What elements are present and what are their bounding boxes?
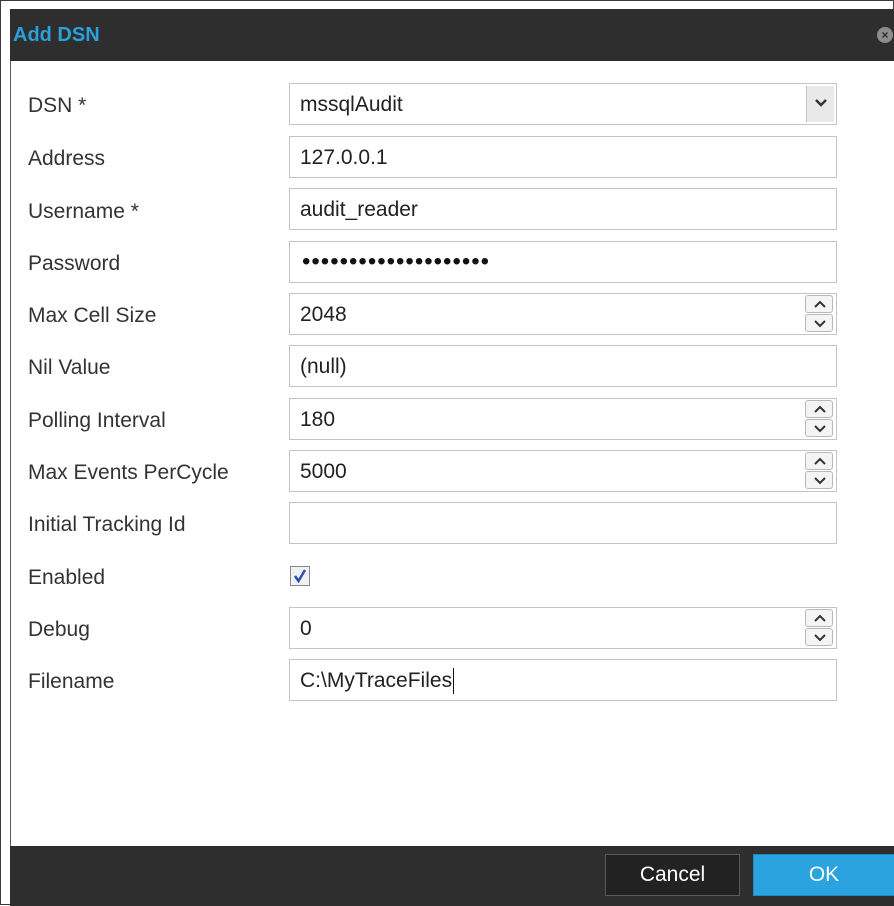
- nil-value-field[interactable]: (null): [289, 345, 837, 387]
- initial-tracking-id-label: Initial Tracking Id: [28, 513, 186, 536]
- enabled-label: Enabled: [28, 566, 106, 589]
- close-icon[interactable]: ×: [877, 27, 893, 43]
- address-field-value: 127.0.0.1: [300, 146, 388, 169]
- dsn-label: DSN *: [28, 94, 87, 117]
- dialog-titlebar: Add DSN ×: [10, 9, 894, 61]
- dsn-dropdown-button[interactable]: [806, 86, 834, 122]
- filename-field[interactable]: C:\MyTraceFiles: [289, 659, 837, 701]
- ok-button[interactable]: OK: [753, 854, 894, 896]
- password-field-value: ••••••••••••••••••••: [302, 248, 491, 275]
- chevron-down-icon: [814, 477, 826, 485]
- chevron-down-icon: [814, 425, 826, 433]
- chevron-down-icon: [814, 320, 826, 328]
- debug-spinner: [805, 609, 835, 647]
- filename-label: Filename: [28, 670, 115, 693]
- debug-increment-button[interactable]: [805, 609, 833, 627]
- chevron-up-icon: [814, 457, 826, 465]
- checkmark-icon: [293, 569, 307, 584]
- max-events-per-cycle-stepper[interactable]: 5000: [289, 450, 837, 492]
- password-label: Password: [28, 252, 121, 275]
- dialog-footer: Cancel OK: [10, 846, 894, 906]
- dsn-select-value: mssqlAudit: [300, 93, 403, 116]
- username-field-value: audit_reader: [300, 198, 418, 221]
- max-events-per-cycle-label: Max Events PerCycle: [28, 461, 229, 484]
- chevron-up-icon: [814, 405, 826, 413]
- chevron-down-icon: [815, 99, 827, 107]
- username-field[interactable]: audit_reader: [289, 188, 837, 230]
- polling-interval-increment-button[interactable]: [805, 400, 833, 418]
- dialog-title: Add DSN: [13, 24, 100, 46]
- polling-interval-value: 180: [300, 408, 336, 431]
- debug-decrement-button[interactable]: [805, 628, 833, 646]
- max-cell-size-value: 2048: [300, 303, 347, 326]
- polling-interval-stepper[interactable]: 180: [289, 398, 837, 440]
- text-cursor: [453, 668, 455, 694]
- enabled-checkbox[interactable]: [290, 566, 310, 586]
- debug-stepper[interactable]: 0: [289, 607, 837, 649]
- filename-text: C:\MyTraceFiles: [300, 669, 453, 692]
- chevron-down-icon: [814, 634, 826, 642]
- address-label: Address: [28, 147, 106, 170]
- password-field[interactable]: ••••••••••••••••••••: [289, 241, 837, 283]
- username-label: Username *: [28, 200, 139, 223]
- polling-interval-label: Polling Interval: [28, 409, 166, 432]
- debug-label: Debug: [28, 618, 90, 641]
- initial-tracking-id-field[interactable]: [289, 502, 837, 544]
- filename-field-value: C:\MyTraceFiles: [300, 668, 455, 694]
- add-dsn-dialog: Add DSN × DSN * mssqlAudit Address 127.0…: [0, 0, 894, 906]
- debug-value: 0: [300, 617, 312, 640]
- chevron-up-icon: [814, 614, 826, 622]
- max-cell-size-stepper[interactable]: 2048: [289, 293, 837, 335]
- address-field[interactable]: 127.0.0.1: [289, 136, 837, 178]
- chevron-up-icon: [814, 300, 826, 308]
- max-events-per-cycle-increment-button[interactable]: [805, 452, 833, 470]
- polling-interval-decrement-button[interactable]: [805, 419, 833, 437]
- dsn-select[interactable]: mssqlAudit: [289, 83, 837, 125]
- max-events-per-cycle-spinner: [805, 452, 835, 490]
- nil-value-field-value: (null): [300, 355, 347, 378]
- polling-interval-spinner: [805, 400, 835, 438]
- max-cell-size-increment-button[interactable]: [805, 295, 833, 313]
- max-cell-size-label: Max Cell Size: [28, 304, 157, 327]
- max-cell-size-spinner: [805, 295, 835, 333]
- cancel-button[interactable]: Cancel: [605, 854, 740, 896]
- max-events-per-cycle-decrement-button[interactable]: [805, 471, 833, 489]
- nil-value-label: Nil Value: [28, 356, 111, 379]
- max-events-per-cycle-value: 5000: [300, 460, 347, 483]
- max-cell-size-decrement-button[interactable]: [805, 314, 833, 332]
